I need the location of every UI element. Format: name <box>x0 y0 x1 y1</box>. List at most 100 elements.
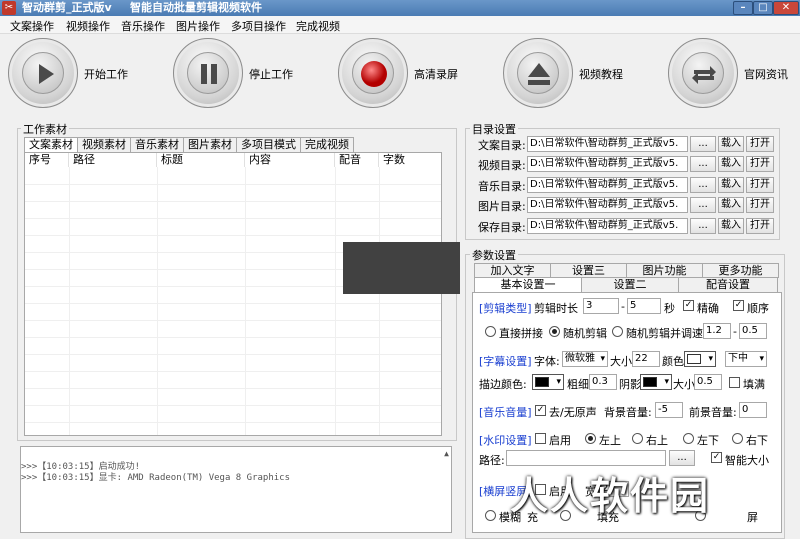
bg-volume-input[interactable]: -5 <box>655 402 683 418</box>
menu-item-text-ops[interactable]: 文案操作 <box>10 18 54 34</box>
fg-volume-input[interactable]: 0 <box>739 402 767 418</box>
log-output[interactable]: >>>【10:03:15】启动成功! >>>【10:03:15】显卡: AMD … <box>20 446 452 533</box>
clip-duration-min-input[interactable]: 3 <box>583 298 619 314</box>
shadow-size-input[interactable]: 0.5 <box>694 374 722 390</box>
clip-duration-max-input[interactable]: 5 <box>627 298 661 314</box>
save-dir-field[interactable]: D:\日常软件\智动群剪_正式版v5. <box>527 218 688 234</box>
tab-image-function[interactable]: 图片功能 <box>626 263 703 278</box>
random-speed-label: 随机剪辑并调速 <box>626 327 703 340</box>
remove-original-sound-checkbox[interactable]: ✓ <box>535 405 546 416</box>
col-header-content[interactable]: 内容 <box>245 153 335 167</box>
hd-record-button[interactable]: 高清录屏 <box>330 36 490 112</box>
text-dir-field[interactable]: D:\日常软件\智动群剪_正式版v5. <box>527 136 688 152</box>
col-header-path[interactable]: 路径 <box>69 153 157 167</box>
tab-multi-project[interactable]: 多项目模式 <box>236 137 301 152</box>
tab-settings-two[interactable]: 设置二 <box>581 277 679 292</box>
materials-tabs: 文案素材 视频素材 音乐素材 图片素材 多项目模式 完成视频 <box>24 137 354 152</box>
font-color-picker[interactable]: ▾ <box>684 351 716 367</box>
tab-add-text[interactable]: 加入文字 <box>474 263 551 278</box>
menu-item-image-ops[interactable]: 图片操作 <box>176 18 220 34</box>
image-dir-open-button[interactable]: 打开 <box>746 197 774 213</box>
stroke-thickness-input[interactable]: 0.3 <box>589 374 617 390</box>
text-material-table[interactable]: 序号 路径 标题 内容 配音 字数 <box>24 152 442 436</box>
music-dir-load-button[interactable]: 载入 <box>718 177 744 193</box>
order-checkbox[interactable]: ✓ <box>733 300 744 311</box>
music-dir-field[interactable]: D:\日常软件\智动群剪_正式版v5. <box>527 177 688 193</box>
image-dir-browse-button[interactable]: ... <box>690 197 716 213</box>
shadow-label: 阴影 <box>619 378 641 391</box>
menu-item-music-ops[interactable]: 音乐操作 <box>121 18 165 34</box>
shadow-size-label: 大小 <box>673 378 695 391</box>
image-dir-label: 图片目录: <box>478 200 526 213</box>
direct-concat-radio[interactable] <box>485 326 496 337</box>
music-dir-browse-button[interactable]: ... <box>690 177 716 193</box>
image-dir-field[interactable]: D:\日常软件\智动群剪_正式版v5. <box>527 197 688 213</box>
text-dir-browse-button[interactable]: ... <box>690 136 716 152</box>
subtitle-position-select[interactable]: 下中 <box>725 351 767 367</box>
tab-basic-settings-one[interactable]: 基本设置一 <box>474 277 582 292</box>
scroll-up-icon[interactable]: ▲ <box>444 449 449 458</box>
tab-text-material[interactable]: 文案素材 <box>24 137 78 152</box>
music-dir-open-button[interactable]: 打开 <box>746 177 774 193</box>
watermark-path-input[interactable] <box>506 450 666 466</box>
font-select[interactable]: 微软雅 <box>562 351 608 367</box>
blur-fill-radio[interactable] <box>485 510 496 521</box>
random-speed-radio[interactable] <box>612 326 623 337</box>
title-bar: ✂ 智动群剪_正式版v 智能自动批量剪辑视频软件 – □ ✕ <box>0 0 800 16</box>
text-dir-open-button[interactable]: 打开 <box>746 136 774 152</box>
stop-work-label: 停止工作 <box>249 68 293 81</box>
eject-icon <box>528 63 550 85</box>
window-title: 智动群剪_正式版v <box>22 1 112 14</box>
stroke-color-picker[interactable]: ▾ <box>532 374 564 390</box>
speed-min-input[interactable]: 1.2 <box>703 323 731 339</box>
video-dir-browse-button[interactable]: ... <box>690 156 716 172</box>
font-size-label: 大小 <box>610 355 632 368</box>
watermark-browse-button[interactable]: ... <box>669 450 695 466</box>
save-dir-open-button[interactable]: 打开 <box>746 218 774 234</box>
watermark-bottom-left-radio[interactable] <box>683 433 694 444</box>
tab-voice-settings[interactable]: 配音设置 <box>678 277 778 292</box>
tab-music-material[interactable]: 音乐素材 <box>130 137 184 152</box>
tab-video-material[interactable]: 视频素材 <box>77 137 131 152</box>
shadow-color-picker[interactable]: ▾ <box>640 374 672 390</box>
video-dir-field[interactable]: D:\日常软件\智动群剪_正式版v5. <box>527 156 688 172</box>
start-work-button[interactable]: 开始工作 <box>0 36 160 112</box>
app-logo-icon: ✂ <box>2 1 16 15</box>
official-news-button[interactable]: 官网资讯 <box>660 36 800 112</box>
image-dir-load-button[interactable]: 载入 <box>718 197 744 213</box>
video-tutorial-button[interactable]: 视频教程 <box>495 36 655 112</box>
video-dir-load-button[interactable]: 载入 <box>718 156 744 172</box>
watermark-bottom-right-radio[interactable] <box>732 433 743 444</box>
random-clip-radio[interactable] <box>549 326 560 337</box>
col-header-title[interactable]: 标题 <box>157 153 245 167</box>
maximize-button[interactable]: □ <box>753 1 773 15</box>
speed-max-input[interactable]: 0.5 <box>739 323 767 339</box>
tab-settings-three[interactable]: 设置三 <box>550 263 627 278</box>
tab-more-functions[interactable]: 更多功能 <box>702 263 779 278</box>
stop-work-button[interactable]: 停止工作 <box>165 36 325 112</box>
video-dir-open-button[interactable]: 打开 <box>746 156 774 172</box>
text-dir-load-button[interactable]: 载入 <box>718 136 744 152</box>
watermark-enable-checkbox[interactable] <box>535 433 546 444</box>
video-tutorial-label: 视频教程 <box>579 68 623 81</box>
smart-size-checkbox[interactable]: ✓ <box>711 452 722 463</box>
menu-item-video-ops[interactable]: 视频操作 <box>66 18 110 34</box>
minimize-button[interactable]: – <box>733 1 753 15</box>
save-dir-load-button[interactable]: 载入 <box>718 218 744 234</box>
fill-checkbox[interactable] <box>729 377 740 388</box>
tab-image-material[interactable]: 图片素材 <box>183 137 237 152</box>
col-header-wordcount[interactable]: 字数 <box>379 153 443 167</box>
menu-item-finished-video[interactable]: 完成视频 <box>296 18 340 34</box>
watermark-bottom-left-label: 左下 <box>697 434 719 447</box>
watermark-top-left-radio[interactable] <box>585 433 596 444</box>
watermark-top-right-radio[interactable] <box>632 433 643 444</box>
precise-checkbox[interactable]: ✓ <box>683 300 694 311</box>
col-header-index[interactable]: 序号 <box>25 153 69 167</box>
font-size-input[interactable]: 22 <box>632 351 660 367</box>
col-header-voice[interactable]: 配音 <box>335 153 379 167</box>
video-dir-label: 视频目录: <box>478 159 526 172</box>
menu-item-multi-project[interactable]: 多项目操作 <box>231 18 286 34</box>
tab-finished-video[interactable]: 完成视频 <box>300 137 354 152</box>
save-dir-browse-button[interactable]: ... <box>690 218 716 234</box>
close-button[interactable]: ✕ <box>773 1 799 15</box>
